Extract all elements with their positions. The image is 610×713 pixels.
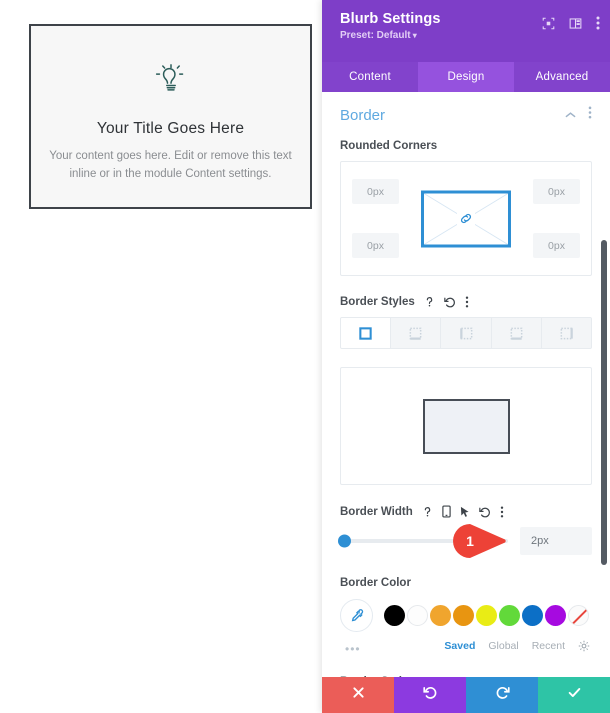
panel-header: Blurb Settings Preset: Default ▾ bbox=[322, 0, 610, 62]
border-section-header: Border bbox=[340, 106, 592, 124]
border-color-label: Border Color bbox=[340, 577, 411, 589]
ellipsis-icon[interactable]: ••• bbox=[345, 642, 361, 656]
section-title: Border bbox=[340, 106, 386, 124]
swatch-white[interactable] bbox=[407, 605, 428, 626]
panel-header-icons bbox=[542, 16, 600, 30]
color-tab-saved[interactable]: Saved bbox=[444, 640, 475, 652]
gear-icon[interactable] bbox=[578, 640, 590, 652]
blurb-body-text: Your content goes here. Edit or remove t… bbox=[49, 150, 292, 180]
settings-panel: Blurb Settings Preset: Default ▾ Content… bbox=[322, 0, 610, 713]
swatch-black[interactable] bbox=[384, 605, 405, 626]
rounded-corners-label-text: Rounded Corners bbox=[340, 140, 438, 152]
kebab-menu-icon[interactable] bbox=[500, 506, 504, 518]
editor-canvas: Your Title Goes Here Your content goes h… bbox=[0, 0, 322, 713]
corner-visual-preview bbox=[421, 190, 511, 247]
chevron-up-icon[interactable] bbox=[565, 106, 576, 124]
kebab-menu-icon[interactable] bbox=[596, 16, 600, 30]
border-styles-label: Border Styles bbox=[340, 296, 592, 308]
link-icon[interactable] bbox=[457, 210, 475, 227]
border-width-control: 2px 1 bbox=[338, 524, 592, 558]
panel-preset-selector[interactable]: Preset: Default ▾ bbox=[340, 30, 596, 41]
corner-bottom-left-input[interactable]: 0px bbox=[352, 233, 399, 258]
cancel-button[interactable] bbox=[322, 677, 394, 713]
swatch-blue[interactable] bbox=[522, 605, 543, 626]
panel-scrollbar[interactable] bbox=[601, 240, 607, 565]
blurb-module-preview[interactable]: Your Title Goes Here Your content goes h… bbox=[29, 24, 312, 209]
tab-content[interactable]: Content bbox=[322, 62, 418, 92]
swatch-none[interactable] bbox=[568, 605, 589, 626]
kebab-menu-icon[interactable] bbox=[588, 106, 592, 124]
close-icon bbox=[352, 686, 365, 704]
swatch-orange-light[interactable] bbox=[430, 605, 451, 626]
corner-top-right-input[interactable]: 0px bbox=[533, 179, 580, 204]
tab-advanced[interactable]: Advanced bbox=[514, 62, 610, 92]
border-styles-options bbox=[340, 317, 592, 349]
border-color-swatches bbox=[340, 599, 592, 632]
border-styles-label-text: Border Styles bbox=[340, 296, 415, 308]
reset-icon[interactable] bbox=[478, 506, 491, 518]
mobile-icon[interactable] bbox=[442, 505, 451, 518]
reset-icon[interactable] bbox=[444, 296, 456, 308]
blurb-title: Your Title Goes Here bbox=[96, 120, 245, 137]
color-tab-global[interactable]: Global bbox=[488, 640, 518, 652]
app-root: Your Title Goes Here Your content goes h… bbox=[0, 0, 610, 713]
border-preview-rect bbox=[422, 398, 510, 454]
expand-icon[interactable] bbox=[542, 17, 555, 30]
border-width-slider-knob[interactable] bbox=[338, 534, 351, 548]
border-width-slider[interactable] bbox=[338, 534, 508, 548]
redo-icon bbox=[495, 685, 510, 705]
border-color-meta-row: ••• Saved Global Recent bbox=[340, 640, 592, 656]
panel-footer bbox=[322, 677, 610, 713]
panel-scroll-body: Border Rounded Corners 0px 0px 0px 0px B… bbox=[322, 92, 610, 677]
rounded-corners-label: Rounded Corners bbox=[340, 140, 592, 152]
help-icon[interactable] bbox=[424, 296, 435, 308]
preset-label: Preset: Default bbox=[340, 30, 411, 41]
save-button[interactable] bbox=[538, 677, 610, 713]
border-style-option-left[interactable] bbox=[541, 318, 591, 348]
redo-button[interactable] bbox=[466, 677, 538, 713]
border-style-option-top[interactable] bbox=[391, 318, 442, 348]
swatch-purple[interactable] bbox=[545, 605, 566, 626]
undo-icon bbox=[422, 685, 438, 705]
border-width-label-text: Border Width bbox=[340, 505, 413, 518]
kebab-menu-icon[interactable] bbox=[465, 296, 469, 308]
layout-columns-icon[interactable] bbox=[569, 17, 582, 30]
check-icon bbox=[567, 685, 582, 705]
corner-top-left-input[interactable]: 0px bbox=[352, 179, 399, 204]
swatch-orange-dark[interactable] bbox=[453, 605, 474, 626]
swatch-yellow[interactable] bbox=[476, 605, 497, 626]
help-icon[interactable] bbox=[422, 506, 433, 518]
border-width-input[interactable]: 2px bbox=[520, 527, 592, 555]
cursor-icon[interactable] bbox=[460, 506, 470, 518]
border-style-option-bottom[interactable] bbox=[491, 318, 542, 348]
swatch-green[interactable] bbox=[499, 605, 520, 626]
tab-design[interactable]: Design bbox=[418, 62, 514, 92]
eyedropper-icon[interactable] bbox=[340, 599, 373, 632]
border-preview-area bbox=[340, 367, 592, 485]
color-tab-recent[interactable]: Recent bbox=[532, 640, 565, 652]
border-width-label: Border Width bbox=[340, 505, 592, 518]
border-style-label: Border Style bbox=[340, 676, 592, 677]
panel-tabs: Content Design Advanced bbox=[322, 62, 610, 92]
border-style-option-right[interactable] bbox=[441, 318, 492, 348]
border-style-option-all[interactable] bbox=[341, 318, 392, 348]
lightbulb-icon bbox=[150, 60, 192, 102]
corner-bottom-right-input[interactable]: 0px bbox=[533, 233, 580, 258]
undo-button[interactable] bbox=[394, 677, 466, 713]
rounded-corners-control: 0px 0px 0px 0px bbox=[340, 161, 592, 276]
